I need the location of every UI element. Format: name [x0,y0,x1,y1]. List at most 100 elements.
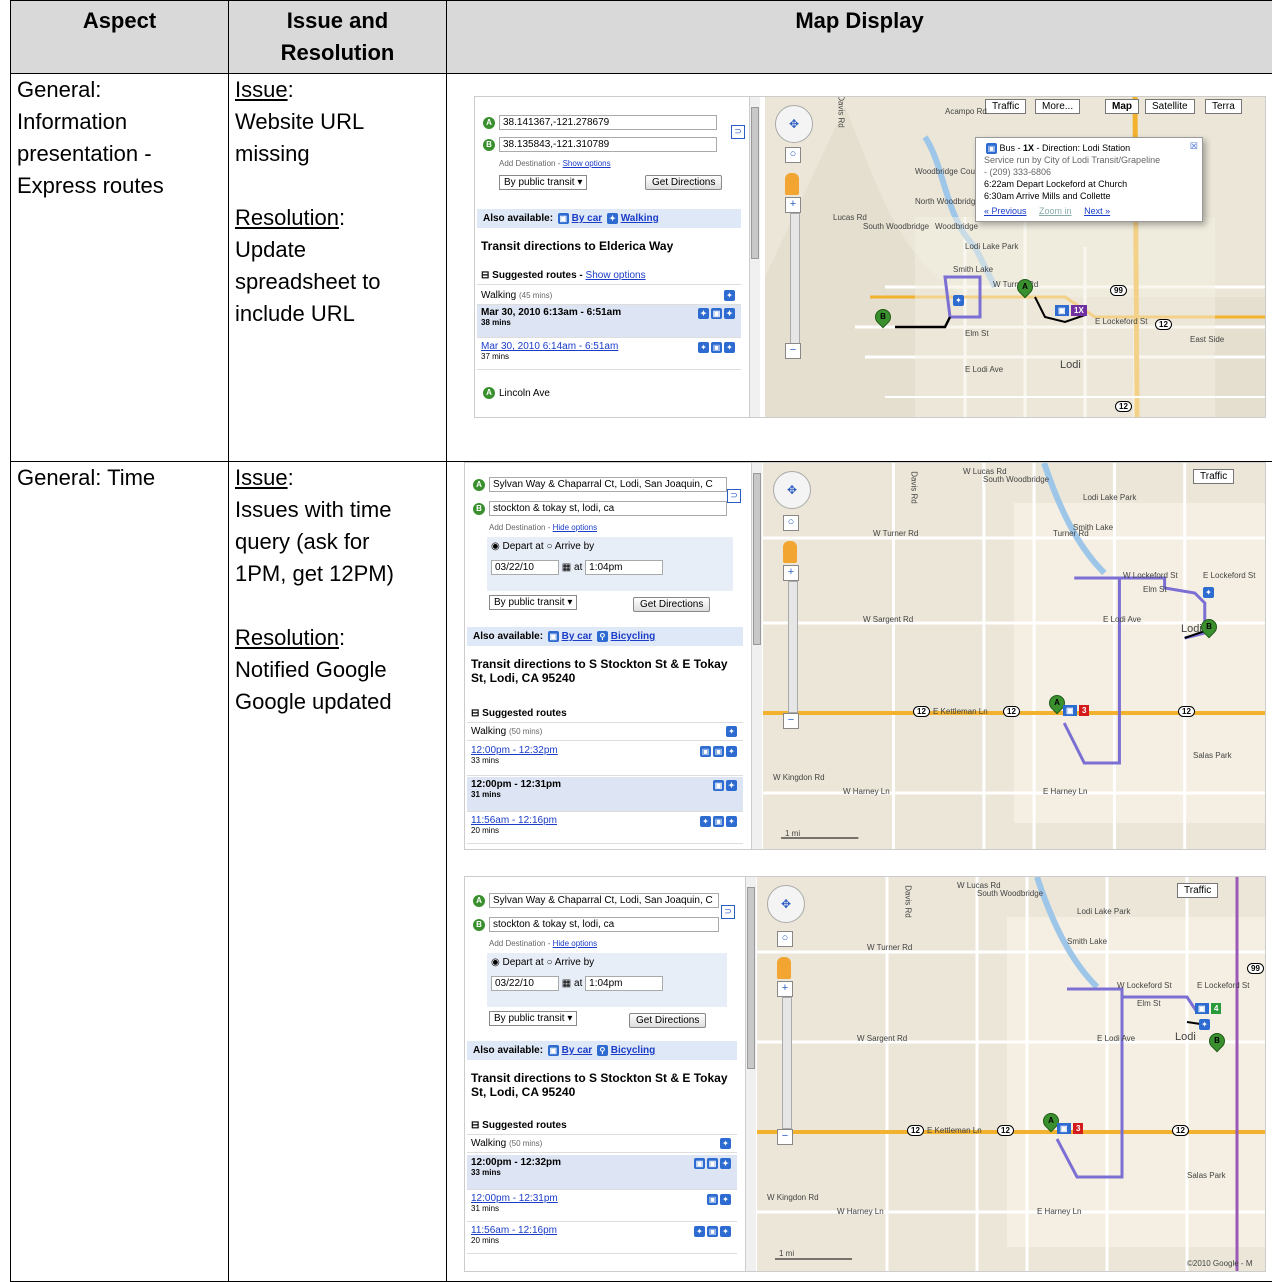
get-directions-button[interactable]: Get Directions [633,597,710,612]
mode-select[interactable]: By public transit ▾ [489,1011,577,1026]
street-view-pegman-icon[interactable] [785,173,799,195]
route-option[interactable]: 11:56am - 12:16pm20 mins✦▣✦ [467,813,743,844]
swap-icon[interactable]: ⊃ [721,905,735,919]
by-car-link[interactable]: By car [562,631,593,642]
start-input[interactable]: 38.141367,-121.278679 [499,115,717,130]
zoom-slider[interactable] [788,581,798,713]
street-view-pegman-icon[interactable] [777,957,791,979]
zoom-in-icon[interactable]: + [777,981,793,997]
panel-scrollbar[interactable] [749,97,760,417]
zoom-slider[interactable] [790,213,800,345]
arrive-radio-icon[interactable]: ○ [546,541,552,552]
zoom-reset-icon[interactable]: ○ [777,931,793,947]
previous-link[interactable]: « Previous [984,206,1027,216]
panel-scrollbar[interactable] [751,463,762,849]
walk-icon: ✦ [726,816,737,827]
mode-select[interactable]: By public transit ▾ [499,175,587,190]
time-input[interactable]: 1:04pm [585,976,663,991]
hide-options-link[interactable]: Hide options [553,939,597,948]
time-input[interactable]: 1:04pm [585,560,663,575]
get-directions-button[interactable]: Get Directions [645,175,722,190]
zoom-out-icon[interactable]: − [783,713,799,729]
walk-marker-icon[interactable]: ✦ [1199,1019,1210,1030]
mode-select[interactable]: By public transit ▾ [489,595,577,610]
map-view[interactable]: ✥ ○ + − Traffic W Lucas Rd South Woodbri… [757,877,1265,1271]
walking-link[interactable]: Walking [621,213,659,224]
start-input[interactable]: Sylvan Way & Chaparral Ct, Lodi, San Joa… [489,893,719,908]
by-car-link[interactable]: By car [572,213,603,224]
swap-icon[interactable]: ⊃ [731,125,745,139]
walking-route[interactable]: Walking (50 mins)✦ [467,723,743,741]
depart-radio-icon[interactable]: ◉ [491,957,500,968]
map-label: East Side [1190,335,1224,344]
show-options-link[interactable]: Show options [563,159,611,168]
bus-marker-icon[interactable]: ▣ [1057,1123,1071,1134]
zoom-out-icon[interactable]: − [785,343,801,359]
panel-scrollbar[interactable] [745,877,756,1271]
pan-control-icon[interactable]: ✥ [775,105,813,143]
add-destination-text: Add Destination - [489,523,553,532]
next-link[interactable]: Next » [1084,206,1110,216]
walk-marker-icon[interactable]: ✦ [1203,587,1214,598]
calendar-icon[interactable]: ▦ [562,978,571,989]
zoom-out-icon[interactable]: − [777,1129,793,1145]
map-type-terrain-button[interactable]: Terra [1205,99,1242,114]
walk-marker-icon[interactable]: ✦ [953,295,964,306]
bus-marker-icon[interactable]: ▣ [1063,705,1077,716]
traffic-button[interactable]: Traffic [985,99,1026,114]
map-label: Smith Lake [953,265,993,274]
zoom-slider[interactable] [782,997,792,1129]
walking-route[interactable]: Walking (50 mins)✦ [467,1135,737,1153]
street-view-pegman-icon[interactable] [783,541,797,563]
bus-marker-icon[interactable]: ▣ [1195,1003,1209,1014]
calendar-icon[interactable]: ▦ [562,562,571,573]
zoom-reset-icon[interactable]: ○ [783,515,799,531]
route-option[interactable]: 12:00pm - 12:32pm33 mins▣▣✦ [467,1155,737,1190]
start-input[interactable]: Sylvan Way & Chaparral Ct, Lodi, San Joa… [489,477,727,492]
route-option[interactable]: 12:00pm - 12:31pm31 mins▣✦ [467,1191,737,1222]
show-options-link[interactable]: Show options [586,270,646,281]
by-car-link[interactable]: By car [562,1045,593,1056]
arrive-radio-icon[interactable]: ○ [546,957,552,968]
directions-panel: A38.141367,-121.278679 B38.135843,-121.3… [475,97,745,417]
map-type-satellite-button[interactable]: Satellite [1145,99,1195,114]
swap-icon[interactable]: ⊃ [727,489,741,503]
bus-icon: ▣ [986,143,997,154]
pan-control-icon[interactable]: ✥ [773,471,811,509]
depart-radio-icon[interactable]: ◉ [491,541,500,552]
hide-options-link[interactable]: Hide options [553,523,597,532]
bus-route-badge: 3 [1079,705,1089,716]
date-input[interactable]: 03/22/10 [491,976,559,991]
bicycling-link[interactable]: Bicycling [611,631,655,642]
route-option[interactable]: Mar 30, 2010 6:13am - 6:51am38 mins✦▣✦ [477,305,741,338]
route-option[interactable]: 12:00pm - 12:31pm31 mins▣✦ [467,777,743,812]
date-input[interactable]: 03/22/10 [491,560,559,575]
walking-route[interactable]: Walking (45 mins)✦ [477,287,741,305]
zoom-in-icon[interactable]: + [783,565,799,581]
bus-marker-icon[interactable]: ▣ [1055,305,1069,316]
issue-label-line: Issue: [235,74,440,106]
end-input[interactable]: stockton & tokay st, lodi, ca [489,501,727,516]
close-icon[interactable]: ☒ [1190,140,1198,152]
map-view[interactable]: ✥ ○ + − Traffic More... Map Satellite Te… [765,97,1265,417]
more-button[interactable]: More... [1035,99,1080,114]
traffic-button[interactable]: Traffic [1177,883,1218,898]
map-type-map-button[interactable]: Map [1105,99,1139,114]
route-option[interactable]: Mar 30, 2010 6:14am - 6:51am37 mins✦▣✦ [477,339,741,370]
get-directions-button[interactable]: Get Directions [629,1013,706,1028]
zoom-in-icon[interactable]: + [785,197,801,213]
resolution-line: Google updated [235,686,440,718]
bus-icon: ▣ [707,1226,718,1237]
end-input[interactable]: 38.135843,-121.310789 [499,137,717,152]
end-input[interactable]: stockton & tokay st, lodi, ca [489,917,719,932]
traffic-button[interactable]: Traffic [1193,469,1234,484]
zoom-reset-icon[interactable]: ○ [785,147,801,163]
map-label: W Turner Rd [873,529,918,538]
bicycling-link[interactable]: Bicycling [611,1045,655,1056]
route-option[interactable]: 11:56am - 12:16pm20 mins✦▣✦ [467,1223,737,1254]
pan-control-icon[interactable]: ✥ [767,885,805,923]
route-option[interactable]: 12:00pm - 12:32pm33 mins▣▣✦ [467,743,743,776]
zoom-in-link[interactable]: Zoom in [1039,206,1072,216]
map-label: W Turner Rd [867,943,912,952]
map-view[interactable]: ✥ ○ + − Traffic W Lucas Rd South Woodbri… [763,463,1265,849]
